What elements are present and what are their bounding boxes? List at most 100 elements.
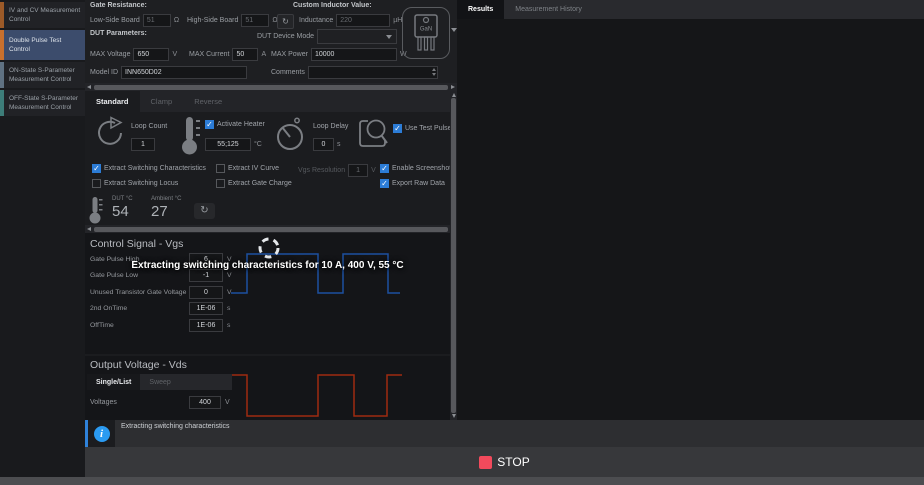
dut-temp-value: 54	[112, 203, 129, 220]
enable-screenshots-checkbox[interactable]: ✓	[380, 164, 389, 173]
unused-transistor-gate-voltage-label: Unused Transistor Gate Voltage	[90, 289, 189, 296]
dut-device-mode-select[interactable]	[317, 29, 397, 44]
tab-reverse[interactable]: Reverse	[183, 91, 233, 112]
tab-standard[interactable]: Standard	[85, 91, 140, 112]
device-package-selector[interactable]: GaN	[402, 7, 450, 59]
tab-results[interactable]: Results	[457, 0, 504, 19]
inductance-label: Inductance	[299, 17, 333, 24]
extract-switching-characteristics-checkbox[interactable]: ✓	[92, 164, 101, 173]
high-side-board-label: High-Side Board	[187, 17, 238, 24]
inductance-input[interactable]	[336, 14, 390, 27]
inductance-unit: µH	[393, 17, 402, 24]
gate-pulse-high-input[interactable]	[189, 253, 223, 266]
scroll-down-icon	[452, 414, 456, 418]
loop-count-input[interactable]	[131, 138, 155, 151]
comments-input[interactable]	[308, 66, 438, 79]
sidebar-item-label: OFF-State S-Parameter Measurement Contro…	[9, 94, 82, 112]
horizontal-scrollbar-top[interactable]	[85, 83, 457, 91]
voltages-input[interactable]	[189, 396, 221, 409]
max-power-input[interactable]	[311, 48, 397, 61]
heater-setpoints-unit: °C	[254, 141, 262, 148]
loop-delay-unit: s	[337, 141, 341, 148]
sidebar-item-on-state-sparam[interactable]: ON-State S-Parameter Measurement Control	[0, 62, 85, 88]
tab-sweep[interactable]: Sweep	[140, 374, 179, 390]
control-signal-title: Control Signal - Vgs	[90, 238, 183, 250]
low-side-unit: Ω	[174, 17, 179, 24]
dut-device-mode-label: DUT Device Mode	[257, 33, 314, 40]
vgs-resolution-input[interactable]	[348, 164, 368, 177]
ambient-temp-value: 27	[151, 203, 168, 220]
loop-controls-row: Loop Count ✓ Activate Heater °C	[85, 112, 450, 162]
custom-inductor-label: Custom Inductor Value:	[293, 2, 372, 9]
heater-setpoints-input[interactable]	[205, 138, 251, 151]
offtime-input[interactable]	[189, 319, 223, 332]
sync-gate-resistance-button[interactable]: ↻	[277, 14, 294, 29]
sidebar: IV and CV Measurement Control Double Pul…	[0, 0, 85, 477]
second-ontime-input[interactable]	[189, 302, 223, 315]
tab-measurement-history[interactable]: Measurement History	[504, 0, 593, 19]
comments-spinner[interactable]	[432, 68, 436, 76]
vgs-resolution-label: Vgs Resolution	[298, 167, 345, 174]
status-message: Extracting switching characteristics	[121, 423, 230, 430]
vertical-scrollbar[interactable]	[450, 91, 457, 420]
stop-button[interactable]: STOP	[479, 455, 529, 469]
sidebar-item-off-state-sparam[interactable]: OFF-State S-Parameter Measurement Contro…	[0, 90, 85, 116]
sidebar-item-iv-cv[interactable]: IV and CV Measurement Control	[0, 2, 85, 28]
vgs-resolution-unit: V	[371, 167, 376, 174]
scrollbar-thumb[interactable]	[94, 85, 448, 90]
max-current-input[interactable]	[232, 48, 258, 61]
extract-gate-charge-label: Extract Gate Charge	[228, 180, 292, 187]
mode-tabbar: Standard Clamp Reverse	[85, 91, 457, 112]
loop-delay-label: Loop Delay	[313, 123, 348, 130]
extract-switching-locus-checkbox[interactable]	[92, 179, 101, 188]
horizontal-scrollbar-middle[interactable]	[85, 225, 457, 233]
tab-single-list[interactable]: Single/List	[87, 374, 140, 390]
voltages-label: Voltages	[90, 399, 189, 406]
export-raw-data-checkbox[interactable]: ✓	[380, 179, 389, 188]
use-test-pulse-checkbox[interactable]: ✓	[393, 124, 402, 133]
extract-gate-charge-checkbox[interactable]	[216, 179, 225, 188]
max-current-unit: A	[261, 51, 266, 58]
high-side-board-input[interactable]	[241, 14, 269, 27]
sidebar-item-double-pulse[interactable]: Double Pulse Test Control	[0, 30, 85, 60]
svg-text:GaN: GaN	[420, 27, 432, 33]
extract-switching-characteristics-label: Extract Switching Characteristics	[104, 165, 206, 172]
check-icon: ✓	[206, 121, 213, 129]
scrollbar-thumb[interactable]	[451, 98, 456, 413]
dut-parameters-label: DUT Parameters:	[90, 30, 147, 37]
check-icon: ✓	[394, 125, 401, 133]
model-id-input[interactable]	[121, 66, 247, 79]
thermometer-icon	[88, 195, 104, 225]
refresh-temperature-button[interactable]: ↻	[194, 203, 215, 219]
low-side-board-input[interactable]	[143, 14, 171, 27]
unused-transistor-gate-voltage-input[interactable]	[189, 286, 223, 299]
tab-clamp[interactable]: Clamp	[140, 91, 184, 112]
refresh-icon: ↻	[200, 206, 208, 216]
temperature-readouts: DUT °C 54 Ambient °C 27 ↻	[85, 194, 450, 225]
status-bar: i Extracting switching characteristics	[85, 420, 924, 447]
chevron-down-icon	[386, 35, 392, 39]
gate-pulse-high-label: Gate Pulse High	[90, 256, 189, 263]
max-voltage-input[interactable]	[133, 48, 169, 61]
scroll-left-icon	[87, 85, 91, 89]
results-tabbar: Results Measurement History	[457, 0, 924, 19]
extract-iv-curve-label: Extract IV Curve	[228, 165, 279, 172]
extract-iv-curve-checkbox[interactable]	[216, 164, 225, 173]
sidebar-item-label: Double Pulse Test Control	[9, 36, 82, 54]
offtime-label: OffTime	[90, 322, 189, 329]
stop-button-label: STOP	[497, 455, 529, 469]
enable-screenshots-label: Enable Screenshots	[392, 165, 450, 172]
loop-delay-input[interactable]	[313, 138, 334, 151]
check-icon: ✓	[381, 165, 388, 173]
activate-heater-checkbox[interactable]: ✓	[205, 120, 214, 129]
second-ontime-label: 2nd OnTime	[90, 305, 189, 312]
action-bar: STOP	[85, 447, 924, 477]
stop-square-icon	[479, 456, 492, 469]
app-window: IV and CV Measurement Control Double Pul…	[0, 0, 924, 485]
gan-transistor-icon: GaN	[411, 13, 441, 53]
scrollbar-thumb[interactable]	[94, 227, 448, 232]
test-pulse-magnifier-icon	[355, 116, 391, 152]
check-icon: ✓	[381, 180, 388, 188]
gate-pulse-low-input[interactable]	[189, 269, 223, 282]
gate-resistance-label: Gate Resistance:	[90, 2, 147, 9]
